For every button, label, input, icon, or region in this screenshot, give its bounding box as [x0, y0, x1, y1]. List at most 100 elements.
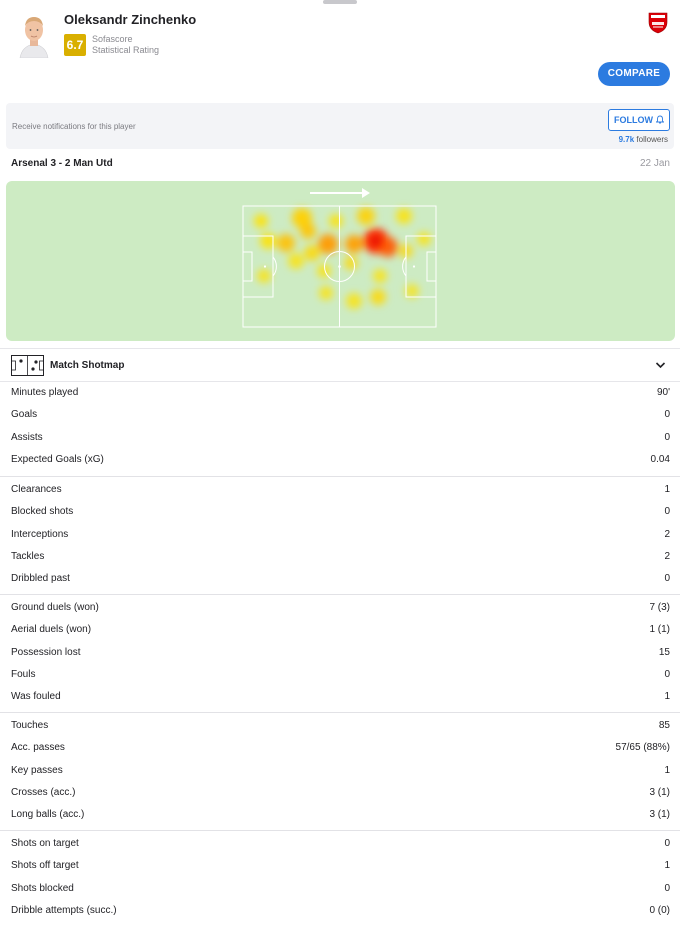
bell-icon [656, 115, 664, 124]
followers-number: 9.7k [618, 135, 635, 144]
stat-value: 3 (1) [649, 786, 670, 798]
stat-label: Key passes [11, 764, 63, 776]
stat-value: 90' [656, 387, 670, 398]
stat-label: Shots on target [11, 838, 79, 849]
follow-card: Receive notifications for this player FO… [6, 103, 674, 149]
match-title: Arsenal 3 - 2 Man Utd [11, 158, 113, 169]
stat-row: Fouls 0 [0, 664, 680, 686]
stat-row: Clearances 1 [0, 479, 680, 501]
followers-count: 9.7k followers [619, 135, 668, 144]
stat-row: Assists 0 [0, 427, 680, 449]
stat-label: Expected Goals (xG) [11, 453, 104, 465]
stat-group: Minutes played 90' Goals 0 Assists 0 Expected … [0, 382, 680, 477]
pitch-penalty-spot-right [412, 265, 416, 268]
stat-value: 1 [664, 764, 670, 776]
stat-label: Possession lost [11, 646, 81, 658]
stat-row: Expected Goals (xG) 0.04 [0, 449, 680, 471]
stat-row: Shots off target 1 [0, 855, 680, 877]
heatmap-panel [6, 181, 675, 341]
stat-group: Clearances 1 Blocked shots 0 Interceptions 2 T… [0, 477, 680, 595]
stat-label: Shots blocked [11, 882, 74, 894]
stat-label: Acc. passes [11, 742, 65, 754]
stat-label: Crosses (acc.) [11, 786, 76, 798]
stat-value: 0.04 [650, 453, 670, 465]
pitch-icon [11, 355, 44, 376]
stat-value: 57/65 (88%) [615, 742, 670, 754]
stat-label: Ground duels (won) [11, 602, 99, 613]
chevron-down-icon[interactable] [655, 361, 666, 369]
stat-row: Dribbled past 0 [0, 568, 680, 590]
match-row[interactable]: Arsenal 3 - 2 Man Utd 22 Jan [0, 155, 680, 173]
stat-label: Minutes played [11, 387, 79, 398]
heatmap-heat-layer [254, 207, 431, 309]
stat-group: Shots on target 0 Shots off target 1 Shots b… [0, 831, 680, 923]
attack-direction-arrow-icon [310, 188, 370, 198]
followers-label: followers [636, 135, 668, 144]
stat-group: Ground duels (won) 7 (3) Aerial duels (won… [0, 595, 680, 713]
player-avatar-icon [14, 12, 54, 58]
stat-value: 3 (1) [649, 809, 670, 821]
pitch-penalty-spot-left [263, 265, 267, 268]
stat-row: Dribble attempts (succ.) 0 (0) [0, 900, 680, 922]
stat-label: Interceptions [11, 528, 69, 540]
stat-label: Was fouled [11, 691, 61, 703]
follow-notification-text: Receive notifications for this player [12, 122, 136, 131]
follow-button-label: FOLLOW [614, 115, 653, 125]
stat-value: 1 [664, 860, 670, 872]
player-name: Oleksandr Zinchenko [64, 12, 197, 27]
stat-value: 1 [664, 484, 670, 495]
stat-value: 85 [658, 720, 670, 731]
stat-row: Shots on target 0 [0, 833, 680, 855]
stat-label: Tackles [11, 550, 45, 562]
stat-group: Touches 85 Acc. passes 57/65 (88%) Key passe… [0, 713, 680, 831]
stat-value: 0 [664, 431, 670, 443]
stat-row: Ground duels (won) 7 (3) [0, 597, 680, 619]
follow-button[interactable]: FOLLOW [608, 109, 670, 131]
rating-badge: 6.7 [64, 34, 86, 56]
stat-label: Blocked shots [11, 506, 74, 518]
stat-row: Minutes played 90' [0, 382, 680, 404]
rating-source: Sofascore Statistical Rating [92, 34, 159, 56]
stat-value: 0 (0) [649, 904, 670, 916]
stat-row: Was fouled 1 [0, 686, 680, 708]
stat-row: Aerial duels (won) 1 (1) [0, 619, 680, 641]
rating-source-name: Sofascore [92, 34, 133, 44]
stat-label: Shots off target [11, 860, 79, 872]
stat-label: Clearances [11, 484, 62, 495]
stat-label: Assists [11, 431, 43, 443]
stat-row: Acc. passes 57/65 (88%) [0, 737, 680, 759]
stat-label: Aerial duels (won) [11, 624, 92, 636]
stat-value: 0 [664, 882, 670, 894]
stat-value: 0 [664, 409, 670, 421]
stat-value: 1 [664, 691, 670, 703]
stat-value: 0 [664, 506, 670, 518]
stat-value: 0 [664, 668, 670, 680]
pitch-center-spot [338, 265, 341, 268]
stat-row: Touches 85 [0, 715, 680, 737]
heatmap-hotspot [371, 236, 381, 246]
stat-value: 7 (3) [649, 602, 670, 613]
stat-row: Possession lost 15 [0, 642, 680, 664]
stat-row: Key passes 1 [0, 760, 680, 782]
stat-value: 0 [664, 573, 670, 585]
stat-row: Interceptions 2 [0, 524, 680, 546]
stat-label: Touches [11, 720, 49, 731]
stat-value: 15 [658, 646, 670, 658]
stat-row: Blocked shots 0 [0, 501, 680, 523]
stat-value: 2 [664, 550, 670, 562]
rating-source-type: Statistical Rating [92, 45, 160, 55]
heatmap-pitch [242, 188, 437, 328]
stat-label: Dribble attempts (succ.) [11, 904, 117, 916]
compare-button[interactable]: COMPARE [598, 62, 670, 86]
stat-label: Dribbled past [11, 573, 70, 585]
match-date: 22 Jan [639, 158, 670, 169]
stat-row: Shots blocked 0 [0, 878, 680, 900]
stat-row: Tackles 2 [0, 546, 680, 568]
shotmap-toggle-row[interactable]: Match Shotmap [0, 348, 680, 382]
stat-value: 1 (1) [649, 624, 670, 636]
stat-value: 0 [664, 838, 670, 849]
stat-label: Long balls (acc.) [11, 809, 85, 821]
stat-label: Fouls [11, 668, 36, 680]
shotmap-label: Match Shotmap [50, 360, 125, 371]
arsenal-crest-icon[interactable] [648, 12, 668, 34]
